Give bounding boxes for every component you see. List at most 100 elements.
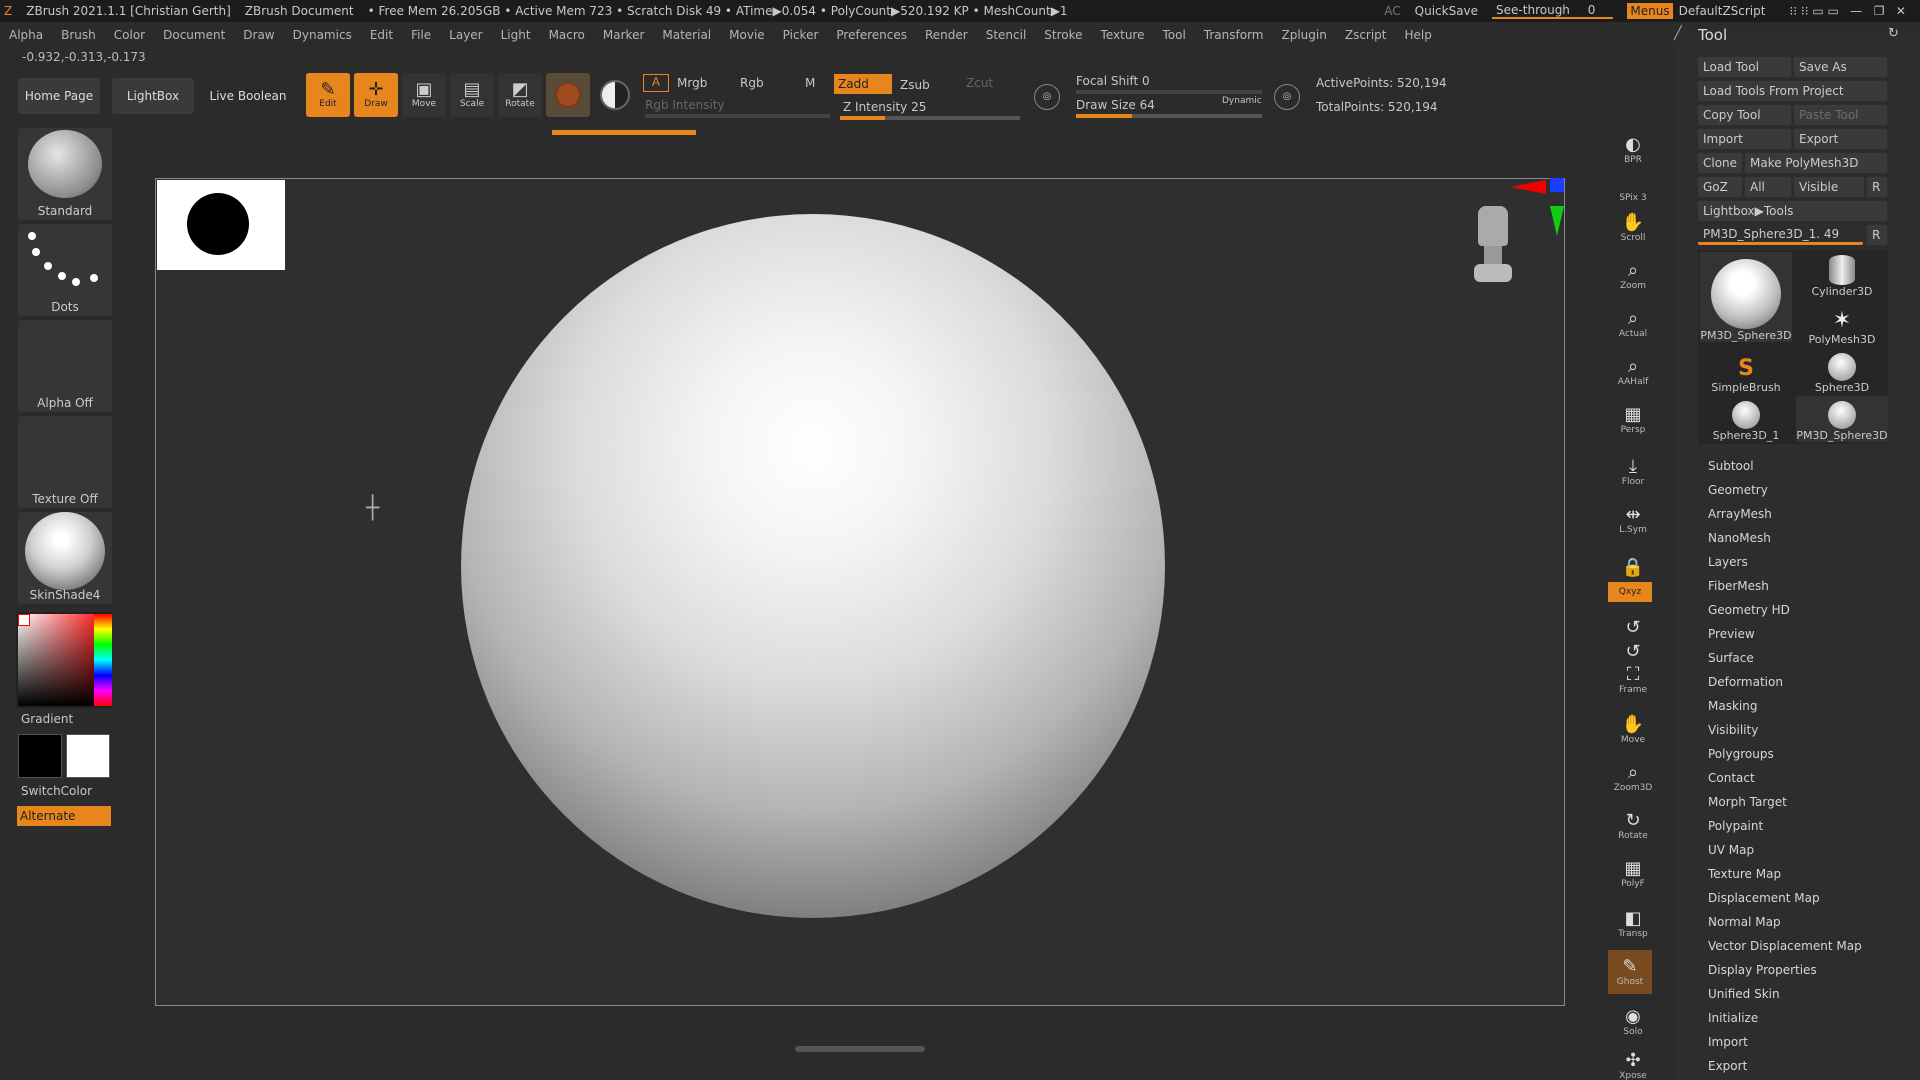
menu-dynamics[interactable]: Dynamics xyxy=(293,28,352,42)
menu-help[interactable]: Help xyxy=(1405,28,1432,42)
right-tool-solo[interactable]: ◉ Solo xyxy=(1605,1000,1661,1044)
menu-file[interactable]: File xyxy=(411,28,431,42)
goz-r-button[interactable]: R xyxy=(1867,177,1887,197)
zadd-toggle[interactable]: Zadd xyxy=(834,74,892,94)
right-tool-floor[interactable]: ⤓ Floor xyxy=(1605,450,1661,494)
right-tool-persp[interactable]: ▦ Persp xyxy=(1605,398,1661,442)
tool-item-fibermesh[interactable]: FiberMesh xyxy=(1708,574,1862,598)
a-toggle[interactable]: A xyxy=(643,74,669,92)
brush-selector[interactable]: Standard xyxy=(18,128,112,220)
menu-stencil[interactable]: Stencil xyxy=(986,28,1027,42)
save-as-button[interactable]: Save As xyxy=(1794,57,1887,77)
right-tool-aahalf[interactable]: ⌕ AAHalf xyxy=(1605,350,1661,394)
clone-button[interactable]: Clone xyxy=(1698,153,1742,173)
orientation-head-icon[interactable] xyxy=(1468,200,1518,300)
dynamic-toggle[interactable]: Dynamic xyxy=(1222,96,1262,106)
right-tool-zoom[interactable]: ⌕ Zoom xyxy=(1605,254,1661,298)
draw-button[interactable]: ✛ Draw xyxy=(354,73,398,117)
tool-item-arraymesh[interactable]: ArrayMesh xyxy=(1708,502,1862,526)
gradient-label[interactable]: Gradient xyxy=(21,712,73,726)
lightbox-tools-button[interactable]: Lightbox▶Tools xyxy=(1698,201,1887,221)
goz-button[interactable]: GoZ xyxy=(1698,177,1742,197)
right-tool-xpose[interactable]: ✣ Xpose xyxy=(1605,1044,1661,1080)
tool-item-masking[interactable]: Masking xyxy=(1708,694,1862,718)
right-tool-move[interactable]: ✋ Move xyxy=(1605,708,1661,752)
primary-color-swatch[interactable] xyxy=(18,734,62,778)
menu-render[interactable]: Render xyxy=(925,28,968,42)
edit-button[interactable]: ✎ Edit xyxy=(306,73,350,117)
tool-panel-title[interactable]: Tool xyxy=(1698,26,1727,44)
menu-material[interactable]: Material xyxy=(662,28,711,42)
tool-item-layers[interactable]: Layers xyxy=(1708,550,1862,574)
menu-movie[interactable]: Movie xyxy=(729,28,765,42)
material-selector[interactable]: SkinShade4 xyxy=(18,512,112,604)
load-tool-button[interactable]: Load Tool xyxy=(1698,57,1791,77)
color-ball-icon[interactable] xyxy=(600,80,630,110)
right-tool-bpr[interactable]: ◐ BPR xyxy=(1605,128,1661,172)
copy-tool-button[interactable]: Copy Tool xyxy=(1698,105,1791,125)
menu-transform[interactable]: Transform xyxy=(1204,28,1264,42)
goz-visible-button[interactable]: Visible xyxy=(1794,177,1864,197)
make-polymesh-button[interactable]: Make PolyMesh3D xyxy=(1745,153,1887,173)
menu-light[interactable]: Light xyxy=(501,28,531,42)
menus-button[interactable]: Menus xyxy=(1627,3,1673,19)
live-boolean-button[interactable]: Live Boolean xyxy=(206,78,290,114)
menu-tool[interactable]: Tool xyxy=(1162,28,1185,42)
alternate-button[interactable]: Alternate xyxy=(17,806,111,826)
tool-thumb-polymesh[interactable]: ✶ PolyMesh3D xyxy=(1796,300,1888,346)
tool-item-displacement-map[interactable]: Displacement Map xyxy=(1708,886,1862,910)
panel-refresh-icon[interactable]: ↻ xyxy=(1888,26,1899,41)
paste-tool-button[interactable]: Paste Tool xyxy=(1794,105,1887,125)
alpha-selector[interactable]: Alpha Off xyxy=(18,320,112,412)
menu-layer[interactable]: Layer xyxy=(449,28,482,42)
menu-macro[interactable]: Macro xyxy=(549,28,585,42)
menu-stroke[interactable]: Stroke xyxy=(1044,28,1082,42)
ac-label[interactable]: AC xyxy=(1384,4,1400,18)
tool-item-export[interactable]: Export xyxy=(1708,1054,1862,1078)
right-tool-l-sym[interactable]: ⇹ L.Sym xyxy=(1605,498,1661,542)
menu-alpha[interactable]: Alpha xyxy=(9,28,43,42)
menu-draw[interactable]: Draw xyxy=(243,28,274,42)
stroke-selector[interactable]: Dots xyxy=(18,224,112,316)
right-tool-rotate[interactable]: ↻ Rotate xyxy=(1605,804,1661,848)
right-tool-ghost[interactable]: ✎ Ghost xyxy=(1608,950,1652,994)
backface-mask-icon[interactable]: ◎ xyxy=(1274,84,1300,110)
tool-item-uv-map[interactable]: UV Map xyxy=(1708,838,1862,862)
quicksave-button[interactable]: QuickSave xyxy=(1415,4,1478,18)
import-button[interactable]: Import xyxy=(1698,129,1791,149)
tool-item-import[interactable]: Import xyxy=(1708,1030,1862,1054)
tool-item-unified-skin[interactable]: Unified Skin xyxy=(1708,982,1862,1006)
tool-thumb-sphere3d[interactable]: Sphere3D xyxy=(1796,348,1888,394)
tool-thumb-sphere3d-1[interactable]: Sphere3D_1 xyxy=(1700,396,1792,442)
tool-item-display-properties[interactable]: Display Properties xyxy=(1708,958,1862,982)
menu-color[interactable]: Color xyxy=(114,28,145,42)
tool-item-nanomesh[interactable]: NanoMesh xyxy=(1708,526,1862,550)
load-tools-from-project-button[interactable]: Load Tools From Project xyxy=(1698,81,1887,101)
menu-marker[interactable]: Marker xyxy=(603,28,644,42)
tool-thumb-pm3d-sphere[interactable]: PM3D_Sphere3D xyxy=(1700,252,1792,342)
current-tool-slider[interactable]: PM3D_Sphere3D_1. 49 xyxy=(1698,225,1863,245)
tool-item-vector-displacement-map[interactable]: Vector Displacement Map xyxy=(1708,934,1862,958)
m-toggle[interactable]: M xyxy=(805,76,815,90)
right-tool-zoom3d[interactable]: ⌕ Zoom3D xyxy=(1605,756,1661,800)
move-button[interactable]: ▣ Move xyxy=(402,73,446,117)
color-picker-handle-icon[interactable] xyxy=(18,614,30,626)
export-button[interactable]: Export xyxy=(1794,129,1887,149)
menu-zplugin[interactable]: Zplugin xyxy=(1282,28,1327,42)
tool-item-geometry-hd[interactable]: Geometry HD xyxy=(1708,598,1862,622)
material-swatch[interactable] xyxy=(546,73,590,117)
draw-size-slider[interactable] xyxy=(1076,114,1262,118)
tool-thumb-cylinder[interactable]: Cylinder3D xyxy=(1796,252,1888,298)
z-intensity-slider[interactable] xyxy=(840,116,1020,120)
right-tool-scroll[interactable]: ✋ Scroll xyxy=(1605,206,1661,250)
rgb-intensity-slider[interactable]: Rgb Intensity xyxy=(645,98,725,112)
script-name[interactable]: DefaultZScript xyxy=(1679,4,1766,18)
right-tool-qxyz[interactable]: Qxyz xyxy=(1608,582,1652,602)
hue-strip[interactable] xyxy=(94,614,112,706)
tool-item-surface[interactable]: Surface xyxy=(1708,646,1862,670)
tool-item-texture-map[interactable]: Texture Map xyxy=(1708,862,1862,886)
tool-item-contact[interactable]: Contact xyxy=(1708,766,1862,790)
window-controls[interactable]: ⁝⁝ ⁝⁝ ▭ ▭ — ❐ ✕ xyxy=(1789,4,1906,18)
panel-pin-icon[interactable]: ╱ xyxy=(1674,26,1682,41)
tool-item-subtool[interactable]: Subtool xyxy=(1708,454,1862,478)
